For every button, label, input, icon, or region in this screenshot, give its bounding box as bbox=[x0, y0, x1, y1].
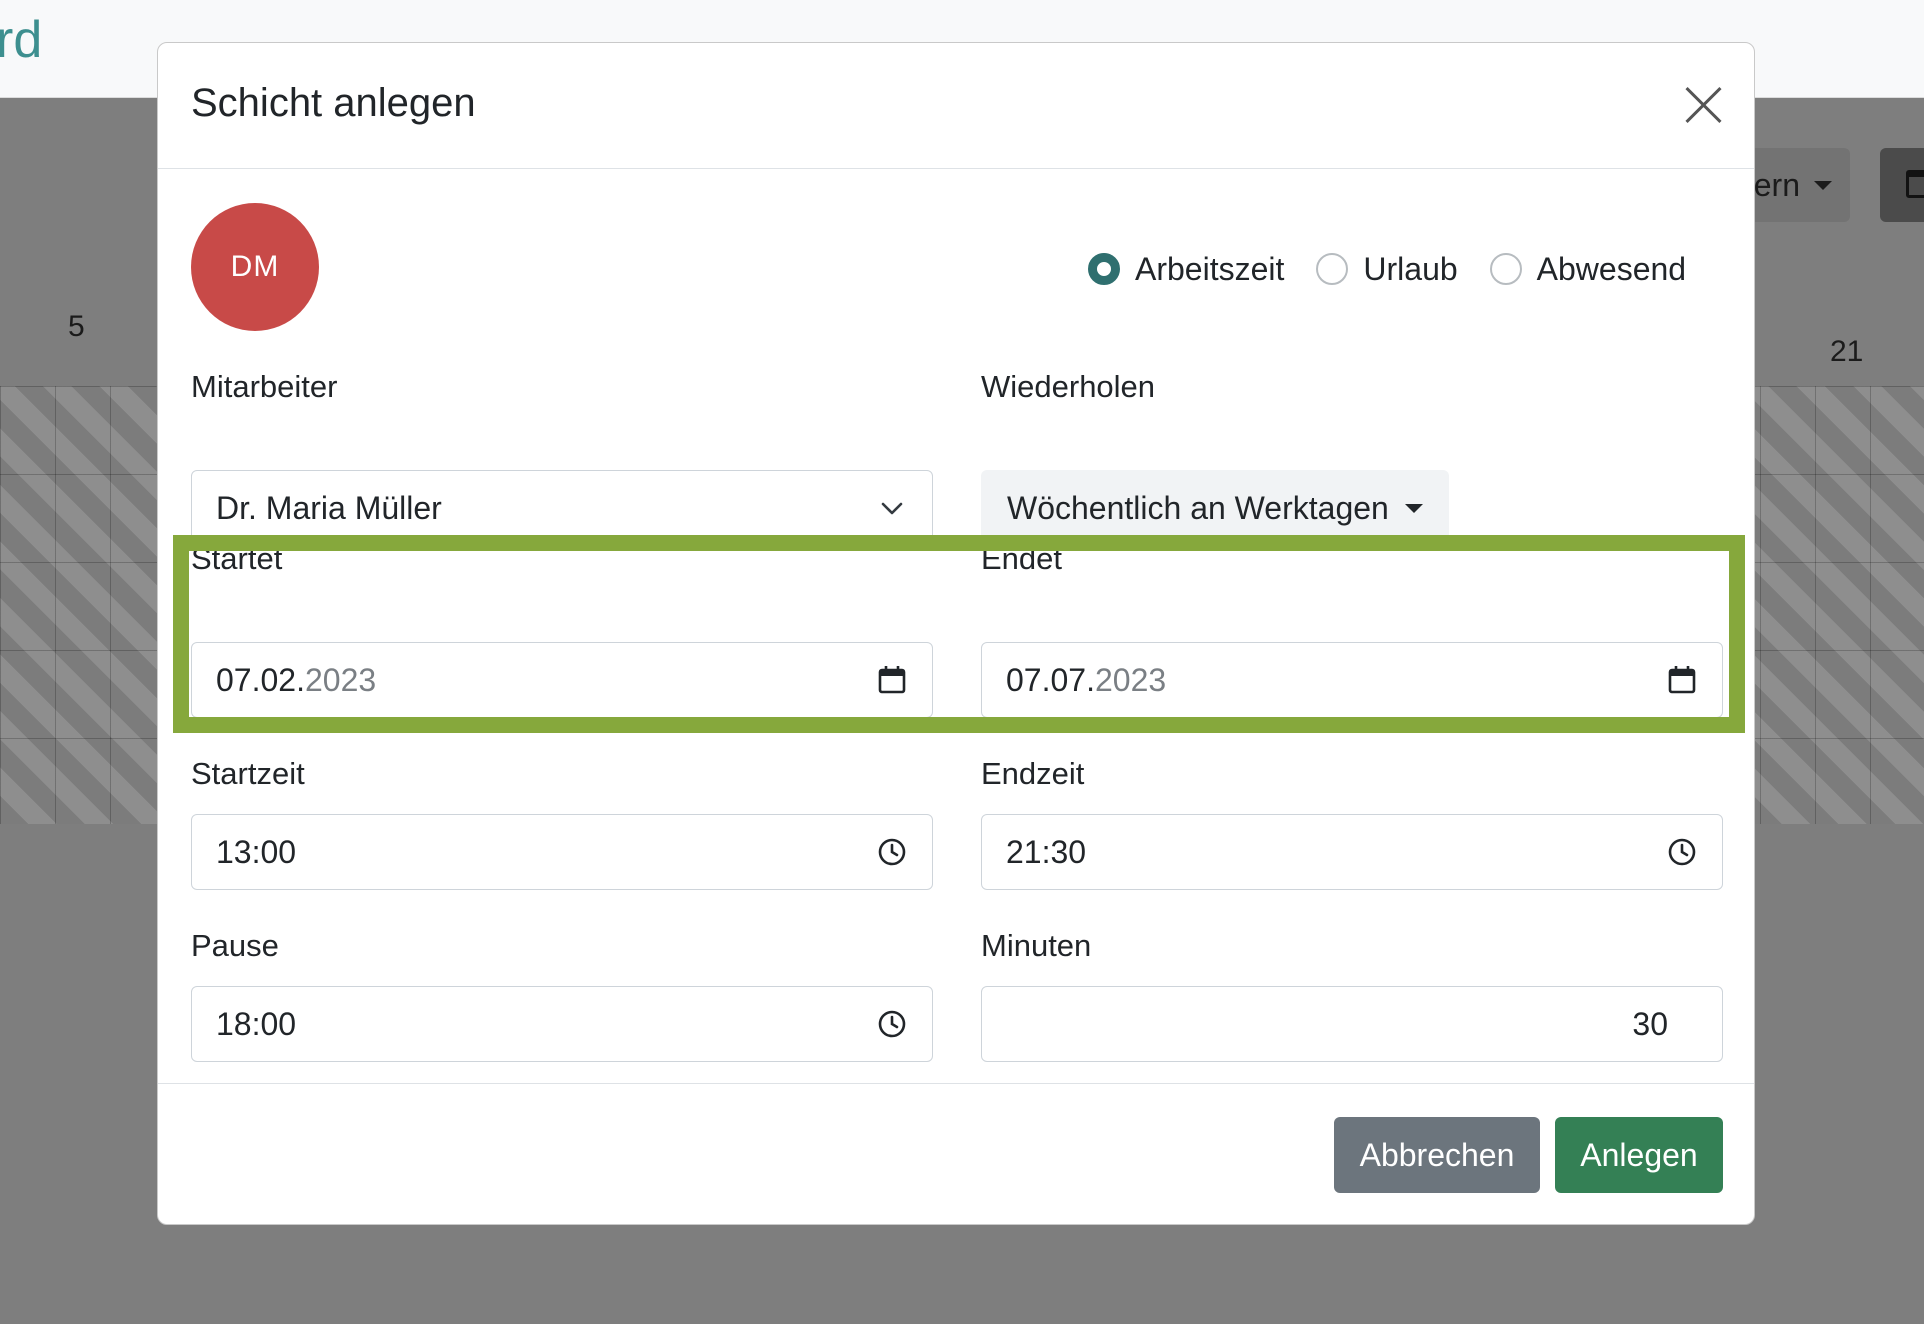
start-date-year: 2023 bbox=[304, 661, 377, 698]
radio-option-arbeitszeit[interactable]: Arbeitszeit bbox=[1088, 251, 1284, 288]
radio-button[interactable] bbox=[1489, 253, 1522, 285]
shift-type-radio-group: Arbeitszeit Urlaub Abwesend bbox=[1088, 245, 1686, 293]
avatar-initials: DM bbox=[230, 250, 280, 283]
start-date-day-month: 07.02. bbox=[216, 661, 305, 698]
avatar: DM bbox=[191, 203, 319, 331]
break-minutes-input[interactable]: 30 bbox=[981, 986, 1723, 1062]
create-button[interactable]: Anlegen bbox=[1555, 1117, 1723, 1193]
day-number: 21 bbox=[1830, 335, 1864, 368]
start-time-label: Startzeit bbox=[191, 756, 305, 791]
employee-value: Dr. Maria Müller bbox=[216, 489, 442, 526]
break-time-value: 18:00 bbox=[216, 1005, 297, 1042]
repeat-value: Wöchentlich an Werktagen bbox=[1007, 489, 1389, 526]
start-date-input[interactable]: 07.02.2023 bbox=[191, 642, 933, 718]
close-icon[interactable] bbox=[1682, 83, 1726, 127]
create-shift-dialog: Schicht anlegen DM Arbeitszeit Urlaub Ab… bbox=[157, 42, 1755, 1225]
end-date-year: 2023 bbox=[1094, 661, 1167, 698]
calendar-icon[interactable] bbox=[1666, 664, 1698, 696]
caret-down-icon bbox=[1404, 503, 1423, 513]
radio-label: Abwesend bbox=[1536, 250, 1687, 287]
start-date-value: 07.02.2023 bbox=[216, 662, 876, 699]
clock-icon[interactable] bbox=[876, 1008, 908, 1040]
break-time-input[interactable]: 18:00 bbox=[191, 986, 933, 1062]
chevron-down-icon bbox=[881, 502, 903, 515]
radio-label: Urlaub bbox=[1363, 250, 1458, 287]
minutes-label: Minuten bbox=[981, 928, 1092, 963]
break-label: Pause bbox=[191, 928, 279, 963]
start-time-input[interactable]: 13:00 bbox=[191, 814, 933, 890]
start-date-label: Startet bbox=[191, 541, 283, 576]
break-minutes-value: 30 bbox=[1632, 1005, 1668, 1042]
radio-option-urlaub[interactable]: Urlaub bbox=[1316, 250, 1458, 288]
end-date-input[interactable]: 07.07.2023 bbox=[981, 642, 1723, 718]
caret-down-icon bbox=[1814, 180, 1832, 190]
repeat-dropdown[interactable]: Wöchentlich an Werktagen bbox=[981, 470, 1449, 546]
calendar-icon bbox=[1906, 170, 1924, 198]
end-time-value: 21:30 bbox=[1006, 833, 1087, 870]
dialog-title: Schicht anlegen bbox=[191, 81, 476, 125]
app-brand: rd bbox=[0, 11, 43, 69]
employee-select[interactable]: Dr. Maria Müller bbox=[191, 470, 933, 546]
end-time-input[interactable]: 21:30 bbox=[981, 814, 1723, 890]
radio-button-checked[interactable] bbox=[1088, 253, 1120, 285]
clock-icon[interactable] bbox=[1666, 836, 1698, 868]
radio-label: Arbeitszeit bbox=[1135, 250, 1285, 287]
end-time-label: Endzeit bbox=[981, 756, 1085, 791]
end-date-value: 07.07.2023 bbox=[1006, 662, 1666, 699]
radio-option-abwesend[interactable]: Abwesend bbox=[1489, 250, 1687, 288]
end-date-day-month: 07.07. bbox=[1006, 661, 1095, 698]
radio-button[interactable] bbox=[1316, 253, 1349, 285]
day-number: 5 bbox=[68, 310, 85, 343]
calendar-button bbox=[1880, 148, 1924, 222]
cancel-button[interactable]: Abbrechen bbox=[1334, 1117, 1540, 1193]
calendar-icon[interactable] bbox=[876, 664, 908, 696]
dialog-header: Schicht anlegen bbox=[158, 43, 1754, 169]
end-date-label: Endet bbox=[981, 541, 1063, 576]
clock-icon[interactable] bbox=[876, 836, 908, 868]
employee-label: Mitarbeiter bbox=[191, 369, 338, 404]
repeat-label: Wiederholen bbox=[981, 369, 1156, 404]
start-time-value: 13:00 bbox=[216, 833, 297, 870]
